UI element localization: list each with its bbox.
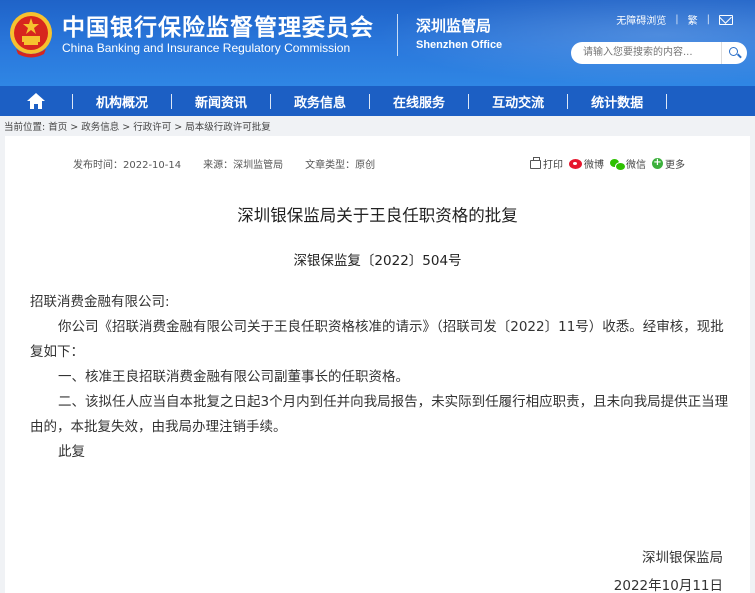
article-type: 文章类型：原创 <box>305 160 376 171</box>
wechat-label: 微信 <box>626 160 646 171</box>
home-icon <box>27 93 45 109</box>
nav-home-button[interactable] <box>0 86 72 116</box>
article-body: 招联消费金融有限公司: 你公司《招联消费金融有限公司关于王良任职资格核准的请示》… <box>30 290 735 465</box>
nav-item-statistics[interactable]: 统计数据 <box>568 86 666 116</box>
nav-item-institution[interactable]: 机构概况 <box>73 86 171 116</box>
weibo-icon <box>569 158 582 169</box>
paragraph: 此复 <box>58 444 85 460</box>
office-name-cn: 深圳监管局 <box>416 17 492 35</box>
nav-item-label: 互动交流 <box>492 95 545 111</box>
accessibility-link[interactable]: 无障碍浏览 <box>616 12 666 27</box>
paragraph: 二、该拟任人应当自本批复之日起3个月内到任并向我局报告，未实际到任履行相应职责，… <box>30 394 729 435</box>
nav-item-label: 新闻资讯 <box>195 95 248 111</box>
paragraph: 一、核准王良招联消费金融有限公司副董事长的任职资格。 <box>58 369 409 385</box>
nav-item-label: 统计数据 <box>591 95 644 111</box>
addressee: 招联消费金融有限公司: <box>30 294 170 310</box>
document-date: 2022年10月11日 <box>613 578 723 593</box>
article-title: 深圳银保监局关于王良任职资格的批复 <box>237 206 518 225</box>
top-links: 无障碍浏览 | 繁 | <box>616 12 733 27</box>
article-card: 发布时间：2022-10-14 来源：深圳监管局 文章类型：原创 打印 微博 微… <box>5 136 750 593</box>
print-button[interactable]: 打印 <box>530 156 563 171</box>
wechat-icon <box>610 158 626 171</box>
breadcrumb[interactable]: 当前位置: 首页 > 政务信息 > 行政许可 > 局本级行政许可批复 <box>4 119 271 133</box>
share-more-button[interactable]: + 更多 <box>652 156 685 171</box>
article-source: 来源：深圳监管局 <box>203 160 284 171</box>
print-label: 打印 <box>543 160 563 171</box>
site-title-cn[interactable]: 中国银行保险监督管理委员会 <box>62 8 374 42</box>
header-divider <box>397 14 398 56</box>
main-nav: 机构概况 新闻资讯 政务信息 在线服务 互动交流 统计数据 <box>0 86 755 116</box>
nav-item-label: 机构概况 <box>96 95 149 111</box>
nav-item-news[interactable]: 新闻资讯 <box>172 86 270 116</box>
nav-item-online-services[interactable]: 在线服务 <box>370 86 468 116</box>
signature: 深圳银保监局 <box>642 550 723 566</box>
search-icon-handle <box>737 53 742 59</box>
share-weibo-button[interactable]: 微博 <box>569 156 604 171</box>
separator: | <box>706 14 710 25</box>
share-bar: 打印 微博 微信 + 更多 <box>530 156 685 171</box>
mail-icon[interactable] <box>719 14 733 25</box>
nav-item-interaction[interactable]: 互动交流 <box>469 86 567 116</box>
nav-item-label: 在线服务 <box>393 95 446 111</box>
paragraph: 你公司《招联消费金融有限公司关于王良任职资格核准的请示》（招联司发〔2022〕1… <box>30 319 724 360</box>
traditional-chinese-link[interactable]: 繁 <box>688 12 698 27</box>
separator: | <box>675 14 679 25</box>
document-number: 深银保监复〔2022〕504号 <box>293 253 462 269</box>
site-header: 中国银行保险监督管理委员会 China Banking and Insuranc… <box>0 0 755 86</box>
share-wechat-button[interactable]: 微信 <box>610 156 646 171</box>
weibo-label: 微博 <box>584 160 604 171</box>
article-meta: 发布时间：2022-10-14 来源：深圳监管局 文章类型：原创 <box>73 156 375 171</box>
national-emblem-icon[interactable] <box>8 9 54 59</box>
print-icon <box>530 157 541 169</box>
nav-separator <box>666 93 668 109</box>
nav-item-government-info[interactable]: 政务信息 <box>271 86 369 116</box>
office-name-en: Shenzhen Office <box>416 39 503 51</box>
search-input[interactable] <box>571 42 721 64</box>
plus-icon: + <box>652 157 663 169</box>
site-title-en: China Banking and Insurance Regulatory C… <box>62 41 351 55</box>
more-label: 更多 <box>665 160 685 171</box>
search-button[interactable] <box>721 42 747 64</box>
nav-item-label: 政务信息 <box>294 95 347 111</box>
publish-time: 发布时间：2022-10-14 <box>73 160 182 171</box>
